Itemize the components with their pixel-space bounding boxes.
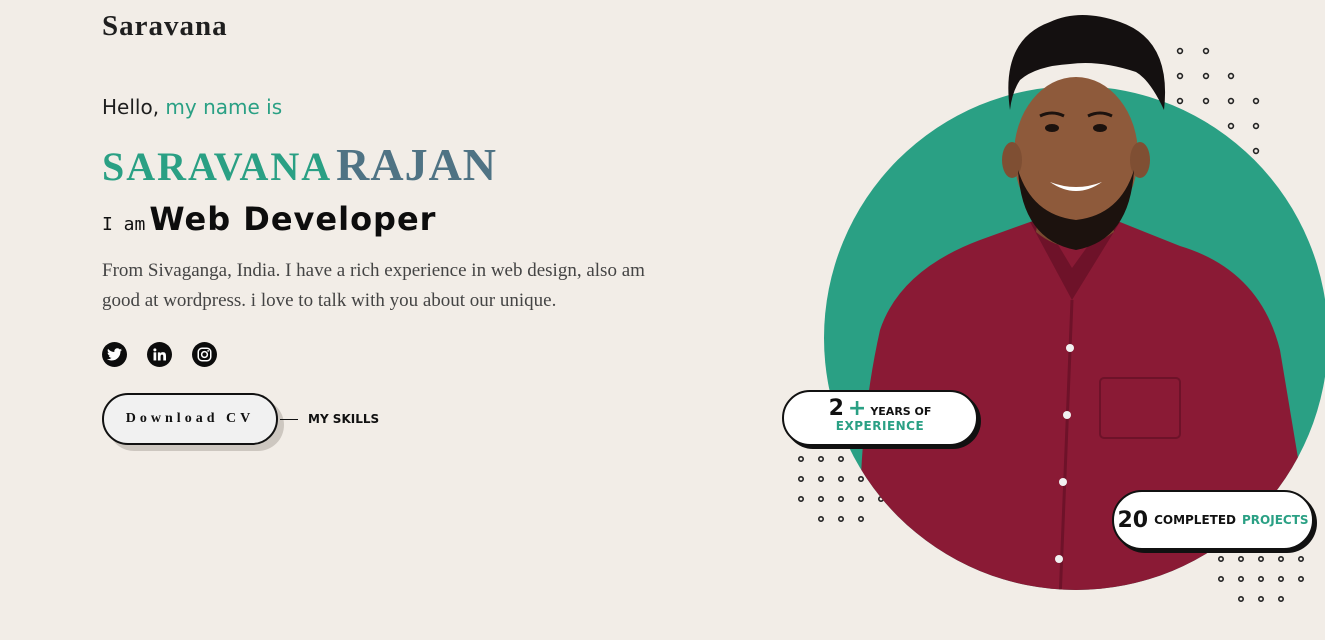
projects-number: 20 bbox=[1117, 507, 1149, 533]
twitter-icon[interactable] bbox=[102, 342, 127, 367]
role-line: I am Web Developer bbox=[102, 200, 436, 238]
experience-label: YEARS OF bbox=[870, 405, 932, 418]
social-links bbox=[102, 342, 217, 367]
dots-pattern-bottom bbox=[1217, 555, 1304, 602]
greeting-accent: my name is bbox=[165, 95, 283, 119]
greeting-hello: Hello, bbox=[102, 95, 160, 119]
role-prefix: I am bbox=[102, 214, 146, 235]
greeting: Hello, my name is bbox=[102, 95, 282, 119]
experience-accent: EXPERIENCE bbox=[835, 419, 925, 433]
bio-description: From Sivaganga, India. I have a rich exp… bbox=[102, 260, 645, 311]
full-name: SARAVANA RAJAN bbox=[102, 138, 497, 191]
projects-accent: PROJECTS bbox=[1242, 513, 1309, 527]
my-skills-link[interactable]: MY SKILLS bbox=[308, 412, 379, 426]
first-name: SARAVANA bbox=[102, 144, 333, 189]
download-cv-button[interactable]: Download CV bbox=[102, 393, 278, 445]
skills-divider bbox=[280, 419, 298, 420]
experience-number: 2 bbox=[828, 396, 844, 421]
experience-badge: 2 + YEARS OF EXPERIENCE bbox=[782, 390, 978, 446]
role-title: Web Developer bbox=[149, 200, 437, 238]
experience-plus: + bbox=[847, 396, 867, 421]
last-name: RAJAN bbox=[336, 139, 498, 190]
projects-label: COMPLETED bbox=[1154, 513, 1236, 527]
projects-badge: 20 COMPLETED PROJECTS bbox=[1112, 490, 1314, 550]
linkedin-icon[interactable] bbox=[147, 342, 172, 367]
instagram-icon[interactable] bbox=[192, 342, 217, 367]
site-logo[interactable]: Saravana bbox=[102, 10, 228, 43]
